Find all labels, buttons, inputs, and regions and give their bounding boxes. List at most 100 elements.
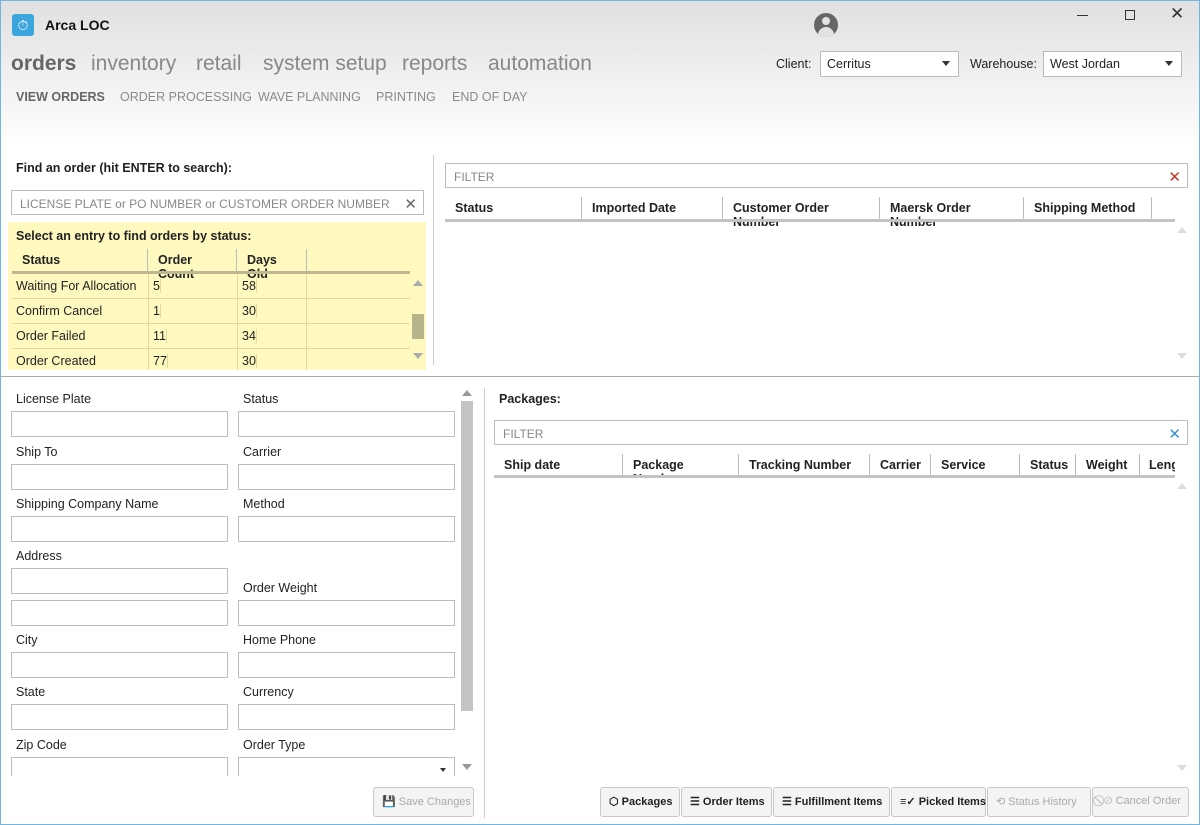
- client-select[interactable]: Cerritus: [820, 51, 959, 77]
- subnav-wave-planning[interactable]: WAVE PLANNING: [258, 90, 361, 104]
- col-weight[interactable]: Weight: [1076, 454, 1140, 476]
- home-phone-label: Home Phone: [243, 633, 316, 647]
- subnav-printing[interactable]: PRINTING: [376, 90, 436, 104]
- form-scroll-down[interactable]: [462, 764, 472, 770]
- status-table-scrollbar[interactable]: [412, 314, 424, 339]
- scroll-up-arrow[interactable]: [413, 280, 423, 286]
- packages-filter-input[interactable]: FILTER ✕: [494, 420, 1188, 445]
- subnav-end-of-day[interactable]: END OF DAY: [452, 90, 527, 104]
- horizontal-divider[interactable]: [0, 376, 1200, 377]
- minimize-button[interactable]: [1077, 15, 1088, 16]
- col-shipping-method[interactable]: Shipping Method: [1024, 197, 1152, 219]
- close-button[interactable]: ✕: [1170, 4, 1184, 24]
- currency-field[interactable]: [238, 704, 455, 730]
- header-divider: [494, 475, 1175, 478]
- address-label: Address: [16, 549, 62, 563]
- col-days-old[interactable]: Days Old: [237, 249, 307, 281]
- shipping-company-field[interactable]: [11, 516, 228, 542]
- scroll-down-arrow[interactable]: [413, 353, 423, 359]
- warehouse-select[interactable]: West Jordan: [1043, 51, 1182, 77]
- status-rows: Waiting For Allocation 5 58 Confirm Cancel…: [0, 274, 430, 370]
- chevron-down-icon: [1165, 61, 1173, 66]
- carrier-field[interactable]: [238, 464, 455, 490]
- package-icon: ⬡: [609, 796, 622, 808]
- col-carrier[interactable]: Carrier: [870, 454, 931, 476]
- col-status[interactable]: Status: [445, 197, 582, 219]
- table-row[interactable]: Waiting For Allocation 5 58: [12, 274, 410, 299]
- vertical-divider: [433, 155, 434, 365]
- scroll-down-arrow[interactable]: [1177, 765, 1187, 771]
- nav-inventory[interactable]: inventory: [91, 52, 176, 76]
- history-icon: ⟲: [996, 796, 1009, 808]
- col-length[interactable]: Leng: [1140, 454, 1175, 476]
- ship-to-field[interactable]: [11, 464, 228, 490]
- col-maersk-order-number[interactable]: Maersk Order Number: [880, 197, 1024, 229]
- cancel-order-label: Cancel Order: [1115, 795, 1181, 807]
- picked-items-button[interactable]: ≡✓ Picked Items: [891, 787, 986, 817]
- maximize-button[interactable]: [1125, 10, 1135, 20]
- cancel-order-button[interactable]: ⃠ ⊘ Cancel Order: [1092, 787, 1189, 817]
- form-scroll-up[interactable]: [462, 390, 472, 396]
- address-line1-field[interactable]: [11, 568, 228, 594]
- table-row[interactable]: Order Failed 11 34: [12, 324, 410, 349]
- form-scrollbar[interactable]: [461, 401, 473, 711]
- state-field[interactable]: [11, 704, 228, 730]
- packages-grid-header: Ship date Package Number Tracking Number…: [494, 454, 1175, 476]
- search-label: Find an order (hit ENTER to search):: [16, 161, 232, 175]
- currency-label: Currency: [243, 685, 294, 699]
- col-tracking-number[interactable]: Tracking Number: [739, 454, 870, 476]
- order-weight-field[interactable]: [238, 600, 455, 626]
- city-field[interactable]: [11, 652, 228, 678]
- col-imported-date[interactable]: Imported Date: [582, 197, 723, 219]
- shipping-company-label: Shipping Company Name: [16, 497, 159, 511]
- packages-button[interactable]: ⬡ Packages: [600, 787, 680, 817]
- table-row[interactable]: Order Created 77 30: [12, 349, 410, 370]
- user-avatar-icon[interactable]: [814, 13, 838, 37]
- subnav-view-orders[interactable]: VIEW ORDERS: [16, 90, 105, 104]
- order-type-label: Order Type: [243, 738, 306, 752]
- list-check-icon: ≡✓: [900, 796, 919, 808]
- order-items-button[interactable]: ☰ Order Items: [681, 787, 772, 817]
- nav-system-setup[interactable]: system setup: [263, 52, 387, 76]
- save-changes-button[interactable]: 💾 Save Changes: [373, 787, 474, 817]
- scroll-up-arrow[interactable]: [1177, 483, 1187, 489]
- col-ship-date[interactable]: Ship date: [494, 454, 623, 476]
- clear-icon[interactable]: ✕: [404, 195, 417, 213]
- nav-retail[interactable]: retail: [196, 52, 242, 76]
- col-order-count[interactable]: Order Count: [148, 249, 237, 281]
- fulfillment-items-label: Fulfillment Items: [794, 796, 883, 808]
- packages-label: Packages:: [499, 392, 561, 406]
- order-type-select[interactable]: [238, 757, 455, 776]
- clear-filter-icon[interactable]: ✕: [1168, 425, 1181, 443]
- col-customer-order-number[interactable]: Customer Order Number: [723, 197, 880, 229]
- order-search-input[interactable]: LICENSE PLATE or PO NUMBER or CUSTOMER O…: [11, 190, 424, 215]
- method-field[interactable]: [238, 516, 455, 542]
- col-package-number[interactable]: Package Number: [623, 454, 739, 476]
- col-service[interactable]: Service: [931, 454, 1020, 476]
- fulfillment-items-button[interactable]: ☰ Fulfillment Items: [773, 787, 890, 817]
- table-row[interactable]: Confirm Cancel 1 30: [12, 299, 410, 324]
- scroll-up-arrow[interactable]: [1177, 227, 1187, 233]
- address-line2-field[interactable]: [11, 600, 228, 626]
- carrier-label: Carrier: [243, 445, 282, 459]
- orders-filter-input[interactable]: FILTER ✕: [445, 163, 1188, 188]
- scroll-down-arrow[interactable]: [1177, 353, 1187, 359]
- nav-reports[interactable]: reports: [402, 52, 467, 76]
- city-label: City: [16, 633, 38, 647]
- license-plate-label: License Plate: [16, 392, 92, 406]
- order-items-label: Order Items: [702, 796, 765, 808]
- subnav-order-processing[interactable]: ORDER PROCESSING: [120, 90, 252, 104]
- nav-orders[interactable]: orders: [11, 52, 76, 76]
- license-plate-field[interactable]: [11, 411, 228, 437]
- col-status[interactable]: Status: [1020, 454, 1076, 476]
- col-status[interactable]: Status: [12, 249, 148, 271]
- status-history-button[interactable]: ⟲ Status History: [987, 787, 1091, 817]
- method-label: Method: [243, 497, 285, 511]
- nav-automation[interactable]: automation: [488, 52, 592, 76]
- home-phone-field[interactable]: [238, 652, 455, 678]
- orders-grid-header: Status Imported Date Customer Order Numb…: [445, 197, 1175, 229]
- packages-button-label: Packages: [621, 796, 673, 808]
- zip-field[interactable]: [11, 757, 228, 776]
- clear-filter-icon[interactable]: ✕: [1168, 168, 1181, 186]
- status-field[interactable]: [238, 411, 455, 437]
